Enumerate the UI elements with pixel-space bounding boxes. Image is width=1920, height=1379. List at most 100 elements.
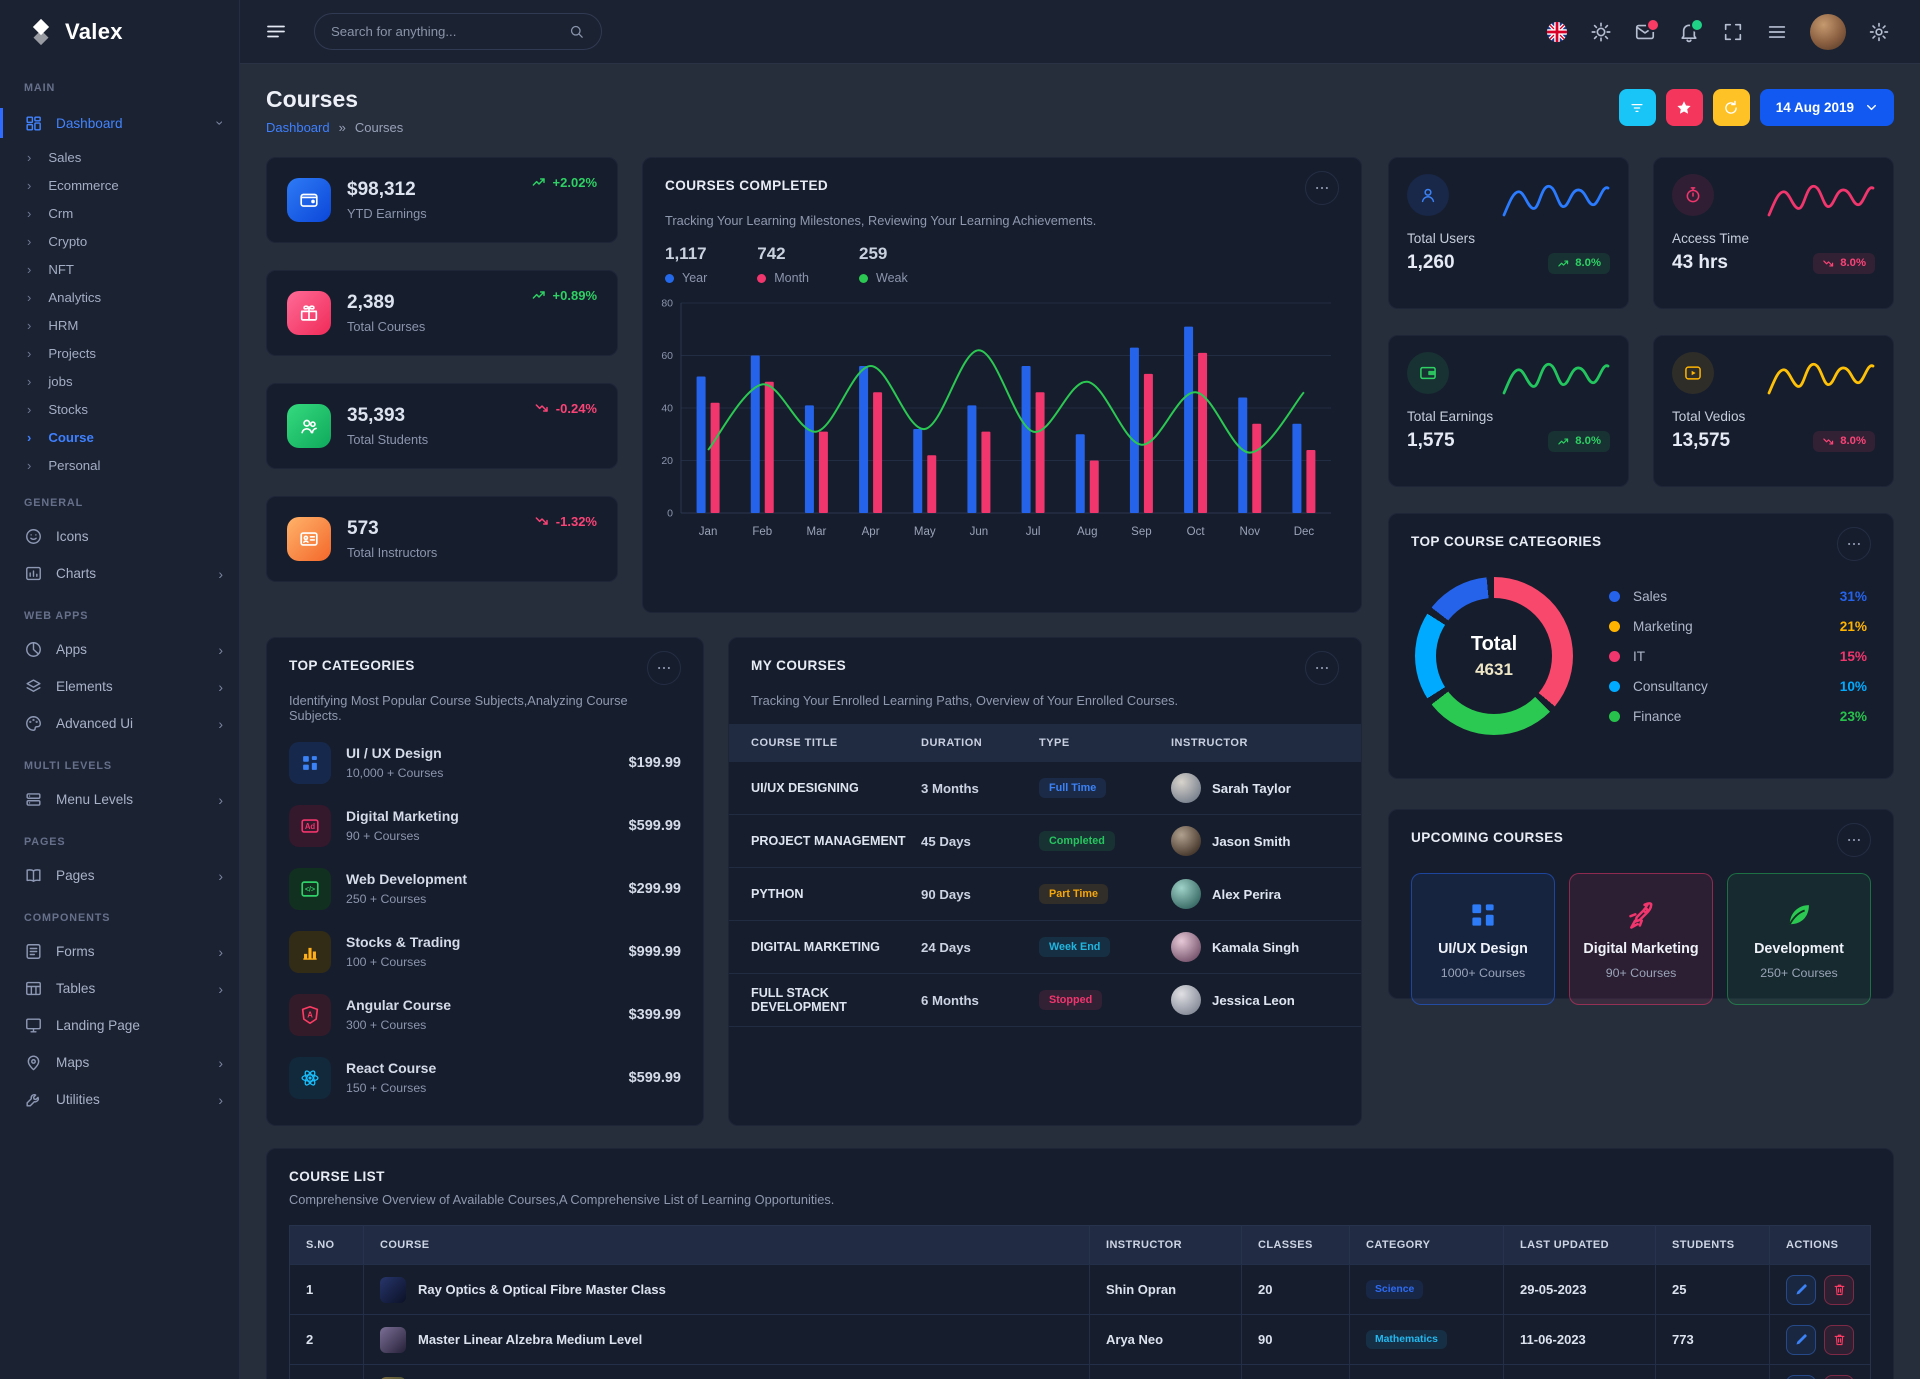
search-bar[interactable] xyxy=(314,13,602,50)
sidebar-item[interactable]: Dashboard xyxy=(0,103,239,143)
category-list-item[interactable]: UI / UX Design 10,000 + Courses $199.99 xyxy=(289,731,681,794)
user-avatar[interactable] xyxy=(1810,14,1846,50)
sidebar-item[interactable]: Projects xyxy=(0,339,239,367)
favorite-button[interactable] xyxy=(1666,89,1703,126)
table-row[interactable]: FULL STACK DEVELOPMENT 6 Months Stopped … xyxy=(729,974,1361,1027)
table-row[interactable]: PROJECT MANAGEMENT 45 Days Completed Jas… xyxy=(729,815,1361,868)
card-options-button[interactable] xyxy=(647,651,681,685)
messages-button[interactable] xyxy=(1634,21,1656,43)
sidebar-item[interactable]: Sales xyxy=(0,143,239,171)
sidebar-item[interactable]: Forms xyxy=(0,933,239,970)
svg-text:Ad: Ad xyxy=(305,821,316,830)
upcoming-course-tile[interactable]: Development 250+ Courses xyxy=(1727,873,1871,1005)
sidebar-item[interactable]: Apps xyxy=(0,631,239,668)
kpi-icon xyxy=(1407,174,1449,216)
legend-item: Consultancy 10% xyxy=(1609,679,1867,694)
card-options-button[interactable] xyxy=(1305,651,1339,685)
sidebar-item[interactable]: Charts xyxy=(0,555,239,592)
search-input[interactable] xyxy=(331,24,568,39)
date-picker-button[interactable]: 14 Aug 2019 xyxy=(1760,89,1894,126)
sidebar-item-label: Tables xyxy=(56,981,95,996)
chevron-icon xyxy=(218,869,223,883)
category-price: $399.99 xyxy=(629,1007,681,1023)
sidebar-item[interactable]: Pages xyxy=(0,857,239,894)
last-updated: 10-06-2023 xyxy=(1504,1365,1656,1379)
category-name: React Course xyxy=(346,1060,436,1076)
table-row[interactable]: 2 Master Linear Alzebra Medium Level Ary… xyxy=(290,1314,1870,1364)
course-duration: 90 Days xyxy=(921,887,1039,902)
category-count: 300 + Courses xyxy=(346,1018,451,1032)
sidebar-item[interactable]: Advanced Ui xyxy=(0,705,239,742)
sidebar-item-icon xyxy=(24,640,43,659)
sidebar-item[interactable]: Crm xyxy=(0,199,239,227)
sidebar-item[interactable]: jobs xyxy=(0,367,239,395)
sidebar-item[interactable]: Elements xyxy=(0,668,239,705)
settings-button[interactable] xyxy=(1868,21,1890,43)
breadcrumb-dashboard-link[interactable]: Dashboard xyxy=(266,120,330,135)
sidebar-item[interactable]: Crypto xyxy=(0,227,239,255)
table-row[interactable]: 1 Ray Optics & Optical Fibre Master Clas… xyxy=(290,1264,1870,1314)
sidebar-item[interactable]: Utilities xyxy=(0,1081,239,1118)
table-row[interactable]: DIGITAL MARKETING 24 Days Week End Kamal… xyxy=(729,921,1361,974)
category-list-item[interactable]: Ad Digital Marketing 90 + Courses $599.9… xyxy=(289,794,681,857)
refresh-button[interactable] xyxy=(1713,89,1750,126)
sidebar-item[interactable]: NFT xyxy=(0,255,239,283)
table-row[interactable]: 3 Learn How To Trade And Invest For-Abso… xyxy=(290,1364,1870,1379)
sidebar-toggle-button[interactable] xyxy=(264,19,290,45)
category-list-item[interactable]: A Angular Course 300 + Courses $399.99 xyxy=(289,983,681,1046)
sidebar-item[interactable]: Landing Page xyxy=(0,1007,239,1044)
sidebar-item-icon xyxy=(24,114,43,133)
upcoming-course-tile[interactable]: Digital Marketing 90+ Courses xyxy=(1569,873,1713,1005)
upcoming-course-tile[interactable]: UI/UX Design 1000+ Courses xyxy=(1411,873,1555,1005)
category-list-item[interactable]: </> Web Development 250 + Courses $299.9… xyxy=(289,857,681,920)
my-courses-table: COURSE TITLE DURATION TYPE INSTRUCTOR UI… xyxy=(729,724,1361,1027)
sidebar-item[interactable]: HRM xyxy=(0,311,239,339)
sidebar-item[interactable]: Icons xyxy=(0,518,239,555)
stat-card-icon xyxy=(287,291,331,335)
column-header: S.NO xyxy=(290,1226,364,1264)
edit-button[interactable] xyxy=(1786,1375,1816,1379)
card-options-button[interactable] xyxy=(1837,527,1871,561)
edit-button[interactable] xyxy=(1786,1275,1816,1305)
sidebar-item[interactable]: Menu Levels xyxy=(0,781,239,818)
chart-legend: 1,117 Year 742 xyxy=(643,228,1361,287)
sidebar-item[interactable]: Personal xyxy=(0,451,239,479)
delete-button[interactable] xyxy=(1824,1375,1854,1379)
delete-button[interactable] xyxy=(1824,1325,1854,1355)
category-count: 100 + Courses xyxy=(346,955,460,969)
card-options-button[interactable] xyxy=(1837,823,1871,857)
sidebar-item[interactable]: Stocks xyxy=(0,395,239,423)
menu-button[interactable] xyxy=(1766,21,1788,43)
category-list-item[interactable]: Stocks & Trading 100 + Courses $999.99 xyxy=(289,920,681,983)
sidebar-item[interactable]: Tables xyxy=(0,970,239,1007)
trend-icon xyxy=(1557,257,1570,270)
svg-text:Oct: Oct xyxy=(1187,526,1206,538)
sidebar-item-icon xyxy=(24,1053,43,1072)
notifications-button[interactable] xyxy=(1678,21,1700,43)
brand[interactable]: Valex xyxy=(0,0,239,64)
sidebar-item[interactable]: Course xyxy=(0,423,239,451)
course-thumbnail xyxy=(380,1327,406,1353)
delete-button[interactable] xyxy=(1824,1275,1854,1305)
theme-toggle-button[interactable] xyxy=(1590,21,1612,43)
chevron-icon xyxy=(218,680,223,694)
legend-item: Marketing 21% xyxy=(1609,619,1867,634)
students-count: 773 xyxy=(1656,1315,1770,1364)
edit-button[interactable] xyxy=(1786,1325,1816,1355)
category-badge: Mathematics xyxy=(1366,1330,1447,1349)
table-row[interactable]: PYTHON 90 Days Part Time Alex Perira xyxy=(729,868,1361,921)
sidebar-item[interactable]: Maps xyxy=(0,1044,239,1081)
category-list-item[interactable]: React Course 150 + Courses $599.99 xyxy=(289,1046,681,1109)
filter-button[interactable] xyxy=(1619,89,1656,126)
fullscreen-button[interactable] xyxy=(1722,21,1744,43)
sidebar-item-label: Stocks xyxy=(48,402,88,417)
upcoming-course-name: Development xyxy=(1754,941,1844,957)
card-options-button[interactable] xyxy=(1305,171,1339,205)
language-flag-button[interactable] xyxy=(1546,21,1568,43)
sidebar-item-icon xyxy=(24,866,43,885)
table-row[interactable]: UI/UX DESIGNING 3 Months Full Time Sarah… xyxy=(729,762,1361,815)
column-header: CATEGORY xyxy=(1350,1226,1504,1264)
course-name: Ray Optics & Optical Fibre Master Class xyxy=(418,1282,666,1297)
sidebar-item[interactable]: Analytics xyxy=(0,283,239,311)
sidebar-item[interactable]: Ecommerce xyxy=(0,171,239,199)
